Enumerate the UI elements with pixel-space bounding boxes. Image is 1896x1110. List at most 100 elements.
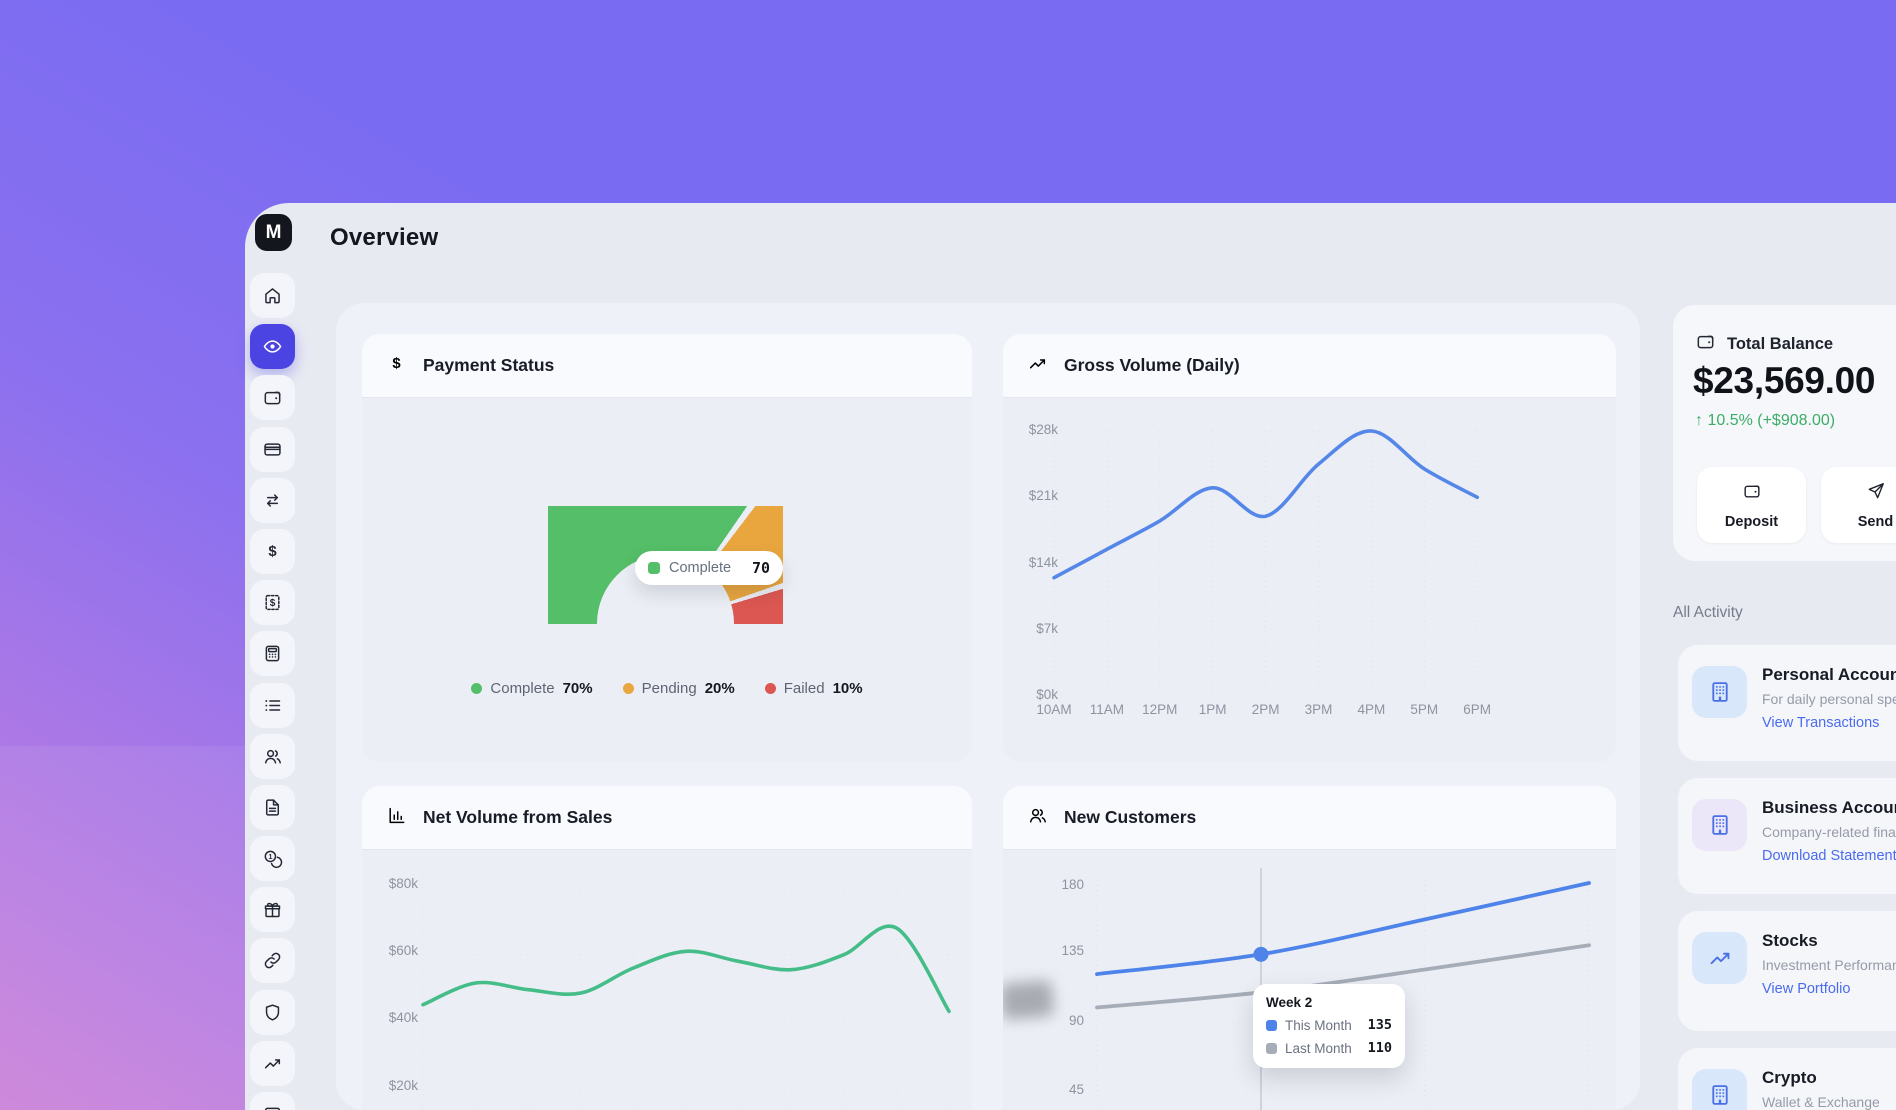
sidebar-item-cards[interactable]: [250, 427, 295, 472]
net-volume-line: [423, 926, 949, 1011]
axis-tick-label: $60k: [366, 943, 418, 958]
net-volume-chart[interactable]: [362, 850, 972, 1110]
activity-item-crypto[interactable]: CryptoWallet & Exchange: [1678, 1048, 1896, 1110]
eye-icon: [262, 336, 283, 357]
building-icon: [1707, 679, 1733, 705]
app-logo[interactable]: M: [255, 214, 292, 251]
page-title: Overview: [330, 224, 438, 252]
sidebar-item-documents[interactable]: [250, 785, 295, 830]
sidebar-item-calculator[interactable]: [250, 631, 295, 676]
users-icon: [1027, 805, 1048, 831]
home-icon: [262, 285, 283, 306]
svg-text:1: 1: [268, 852, 272, 861]
credit-card-icon: [262, 439, 283, 460]
legend-item-failed: Failed10%: [765, 680, 863, 697]
activity-subtitle: For daily personal spending: [1762, 691, 1896, 707]
sidebar-item-customers[interactable]: [250, 734, 295, 779]
net-volume-card: Net Volume from Sales $80k$60k$40k$20k: [362, 786, 972, 1110]
tooltip-label: Complete: [669, 560, 731, 576]
sidebar-item-rewards[interactable]: [250, 887, 295, 932]
send-label: Send: [1858, 514, 1893, 530]
tooltip-title: Week 2: [1266, 995, 1392, 1010]
activity-icon-tile: [1692, 932, 1747, 984]
total-balance-label: Total Balance: [1727, 335, 1833, 354]
payment-status-legend: Complete70%Pending20%Failed10%: [362, 680, 972, 697]
card-title: Payment Status: [423, 355, 554, 376]
desktop-background: M Overview $ $1 $ Payment Status Complete…: [0, 0, 1896, 1110]
sidebar-item-invoices[interactable]: $: [250, 580, 295, 625]
link-icon: [262, 950, 283, 971]
trending-up-icon: [262, 1053, 283, 1074]
sidebar-item-analytics[interactable]: [250, 1041, 295, 1086]
sidebar-item-transactions[interactable]: [250, 683, 295, 728]
dollar-icon: $: [386, 353, 407, 374]
shield-icon: [262, 1002, 283, 1023]
activity-link[interactable]: View Transactions: [1762, 715, 1879, 731]
sidebar-item-transfers[interactable]: [250, 478, 295, 523]
series-value: 110: [1368, 1040, 1392, 1056]
sidebar-item-links[interactable]: [250, 938, 295, 983]
legend-label: Failed: [784, 680, 825, 697]
sidebar-item-payments[interactable]: $: [250, 529, 295, 574]
svg-text:$: $: [270, 598, 276, 609]
activity-title: Crypto: [1762, 1068, 1817, 1088]
trending-up-icon: [1027, 353, 1048, 374]
send-button[interactable]: Send: [1821, 467, 1896, 543]
axis-tick-label: $80k: [366, 876, 418, 891]
receipt-dollar-icon: $: [262, 592, 283, 613]
gross-volume-line: [1054, 431, 1477, 578]
background-accent-block: [0, 746, 246, 1110]
activity-link[interactable]: Download Statements: [1762, 848, 1896, 864]
total-balance-change: ↑ 10.5% (+$908.00): [1695, 412, 1835, 430]
wallet-icon: [1695, 331, 1716, 352]
axis-tick-label: 4PM: [1345, 702, 1397, 717]
chart-tooltip: Week 2 This Month 135 Last Month 110: [1253, 984, 1405, 1068]
legend-dot: [623, 683, 634, 694]
this-month-point[interactable]: [1254, 947, 1269, 962]
axis-tick-label: 5PM: [1398, 702, 1450, 717]
activity-subtitle: Investment Performance: [1762, 957, 1896, 973]
axis-tick-label: 45: [1032, 1082, 1084, 1097]
sidebar-item-devices[interactable]: [250, 1092, 295, 1110]
coins-icon: 1: [262, 848, 283, 869]
payment-status-header: $ Payment Status: [362, 334, 972, 398]
activity-title: Personal Account: [1762, 665, 1896, 685]
send-icon: [1866, 481, 1886, 501]
sidebar-item-wallet[interactable]: [250, 375, 295, 420]
series-swatch: [1266, 1020, 1277, 1031]
axis-tick-label: 2PM: [1240, 702, 1292, 717]
activity-item-business-account[interactable]: Business AccountCompany-related finances…: [1678, 778, 1896, 894]
sidebar-item-security[interactable]: [250, 990, 295, 1035]
activity-item-stocks[interactable]: StocksInvestment PerformanceView Portfol…: [1678, 911, 1896, 1031]
card-title: Gross Volume (Daily): [1064, 355, 1240, 376]
series-label: This Month: [1285, 1018, 1352, 1033]
series-value: 135: [1368, 1017, 1392, 1033]
axis-tick-label: 10AM: [1028, 702, 1080, 717]
axis-tick-label: 11AM: [1081, 702, 1133, 717]
tooltip-row: This Month 135: [1266, 1017, 1392, 1033]
activity-icon-tile: [1692, 1069, 1747, 1110]
deposit-button[interactable]: Deposit: [1697, 467, 1806, 543]
axis-tick-label: 6PM: [1451, 702, 1503, 717]
users-icon: [1027, 805, 1048, 826]
calculator-icon: [262, 643, 283, 664]
activity-subtitle: Company-related finances: [1762, 824, 1896, 840]
new-customers-chart[interactable]: [1003, 850, 1616, 1110]
axis-tick-label: 180: [1032, 877, 1084, 892]
legend-dot: [765, 683, 776, 694]
sidebar-item-home[interactable]: [250, 273, 295, 318]
tooltip-value: 70: [752, 559, 770, 577]
activity-link[interactable]: View Portfolio: [1762, 981, 1850, 997]
chart-column-icon: [386, 805, 407, 826]
device-icon: [262, 1104, 283, 1110]
sidebar-item-coins[interactable]: 1: [250, 836, 295, 881]
new-customers-card: New Customers 1801359045 Week 2 This Mon…: [1003, 786, 1616, 1110]
card-title: New Customers: [1064, 807, 1196, 828]
trending-up-icon: [1027, 353, 1048, 379]
users-icon: [262, 746, 283, 767]
series-label: Last Month: [1285, 1041, 1352, 1056]
activity-item-personal-account[interactable]: Personal Account For daily personal spend…: [1678, 645, 1896, 761]
sidebar-item-overview[interactable]: [250, 324, 295, 369]
axis-tick-label: 12PM: [1134, 702, 1186, 717]
blur-artifact: [1003, 980, 1054, 1020]
